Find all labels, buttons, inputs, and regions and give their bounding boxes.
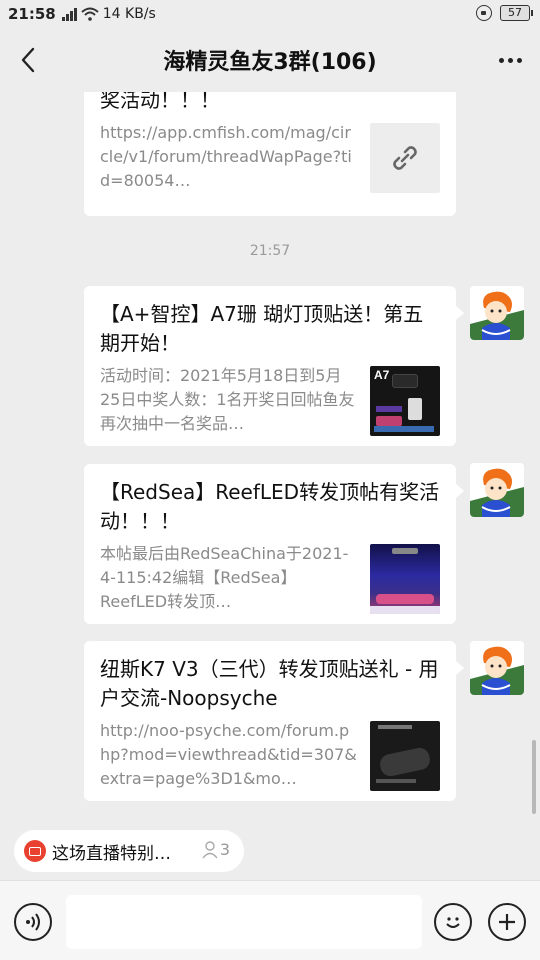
emoji-button[interactable] — [434, 903, 472, 941]
signal-icon — [61, 7, 77, 21]
message-timestamp: 21:57 — [249, 243, 291, 259]
avatar[interactable] — [470, 463, 524, 517]
wifi-icon — [81, 7, 99, 21]
cartoon-avatar-icon — [470, 463, 524, 517]
page-title: 海精灵鱼友3群(106) — [163, 50, 377, 75]
link-card-title: 【RedSea】ReefLED转发顶帖有奖活动！！！ — [100, 480, 440, 533]
link-card-message[interactable]: 奖活动！！！ https://app.cmfish.com/mag/circle… — [84, 92, 456, 216]
dot-icon — [507, 57, 513, 63]
live-stream-title: 这场直播特别… — [52, 843, 171, 864]
thumbnail-label: A7 — [374, 368, 390, 382]
message-input[interactable] — [66, 895, 422, 949]
link-card-message[interactable]: 【A+智控】A7珊 瑚灯顶贴送！第五期开始！ 活动时间：2021年5月18日到5… — [84, 286, 456, 446]
avatar[interactable] — [470, 641, 524, 695]
bubble-tail — [456, 484, 464, 498]
bubble-tail — [456, 306, 464, 320]
live-tv-icon — [24, 840, 46, 862]
status-time: 21:58 — [8, 5, 56, 23]
chat-scrollbar[interactable] — [532, 740, 536, 814]
lock-icon — [476, 5, 492, 21]
dot-icon — [498, 57, 504, 63]
cartoon-avatar-icon — [470, 641, 524, 695]
link-card-description: 本帖最后由RedSeaChina于2021-4-115:42编辑【RedSea】… — [100, 544, 349, 611]
link-card-title: 纽斯K7 V3（三代）转发顶贴送礼 - 用户交流-Noopsyche — [100, 657, 439, 710]
message-input-bar — [0, 880, 540, 960]
link-card-description: http://noo-psyche.com/forum.php?mod=view… — [100, 721, 357, 788]
cartoon-avatar-icon — [470, 286, 524, 340]
link-icon — [393, 146, 417, 170]
link-card-description: https://app.cmfish.com/mag/circle/v1/for… — [100, 123, 352, 190]
bubble-tail — [456, 661, 464, 675]
chat-messages[interactable]: 奖活动！！！ https://app.cmfish.com/mag/circle… — [0, 92, 540, 818]
viewer-count: 3 — [202, 840, 230, 859]
link-card-message[interactable]: 【RedSea】ReefLED转发顶帖有奖活动！！！ 本帖最后由RedSeaCh… — [84, 464, 456, 624]
chevron-left-icon — [21, 47, 35, 73]
voice-input-button[interactable] — [14, 903, 52, 941]
link-card-title: 【A+智控】A7珊 瑚灯顶贴送！第五期开始！ — [100, 302, 424, 355]
link-thumbnail: A7 — [370, 366, 440, 436]
link-thumbnail — [370, 721, 440, 791]
plus-icon — [499, 914, 515, 930]
more-options-button[interactable] — [492, 42, 528, 78]
emoji-icon — [446, 917, 460, 928]
link-card-description: 活动时间：2021年5月18日到5月25日中奖人数：1名开奖日回帖鱼友再次抽中一… — [100, 366, 355, 433]
voice-icon — [26, 913, 40, 931]
avatar[interactable] — [470, 286, 524, 340]
link-card-message[interactable]: 纽斯K7 V3（三代）转发顶贴送礼 - 用户交流-Noopsyche http:… — [84, 641, 456, 801]
more-functions-button[interactable] — [488, 903, 526, 941]
status-bar: 21:58 14 KB/s 57 — [0, 0, 540, 28]
link-thumbnail — [370, 544, 440, 614]
chat-header: 海精灵鱼友3群(106) — [0, 28, 540, 92]
live-stream-chip[interactable]: 这场直播特别… 3 — [14, 830, 244, 872]
dot-icon — [516, 57, 522, 63]
back-button[interactable] — [10, 42, 46, 78]
person-icon — [202, 840, 218, 858]
viewer-count-value: 3 — [219, 840, 230, 859]
battery-indicator: 57 — [500, 5, 533, 21]
network-speed: 14 KB/s — [102, 6, 156, 22]
link-thumbnail — [370, 123, 440, 193]
link-card-title: 奖活动！！！ — [100, 92, 220, 112]
